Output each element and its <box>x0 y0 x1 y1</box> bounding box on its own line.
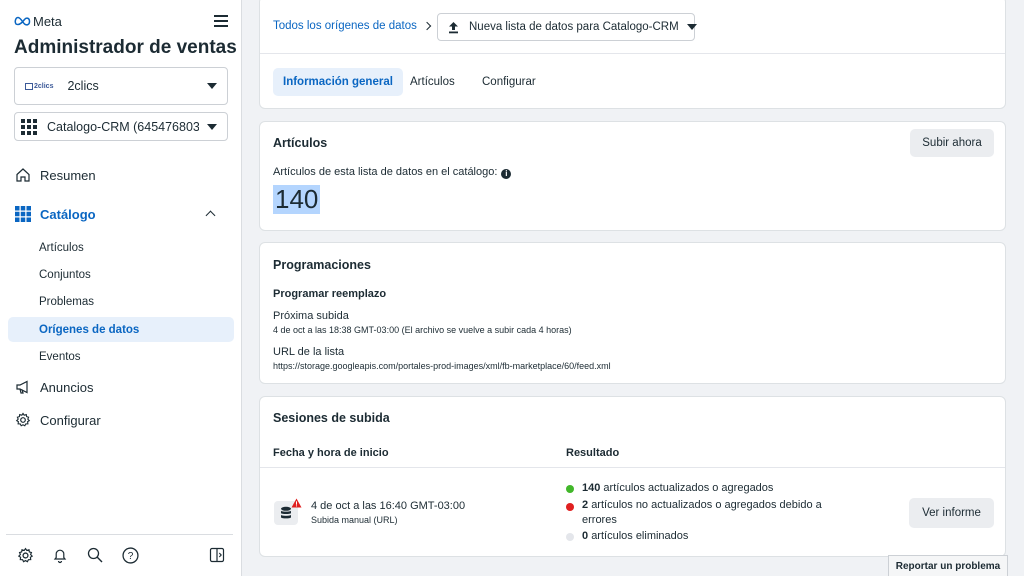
divider <box>260 53 1005 54</box>
catalog-selector[interactable]: Catalogo-CRM (645476803... <box>14 112 228 141</box>
sidebar: Meta Administrador de ventas 2clics 2cli… <box>0 0 242 576</box>
meta-infinity-icon <box>14 16 31 26</box>
nav-catalogo-label: Catálogo <box>40 206 96 222</box>
catalog-grid-icon <box>21 118 37 135</box>
warning-icon <box>291 495 302 513</box>
schedules-card: Programaciones Programar reemplazo Próxi… <box>259 242 1006 384</box>
sessions-card: Sesiones de subida Fecha y hora de inici… <box>259 396 1006 557</box>
info-icon[interactable]: i <box>501 168 512 179</box>
meta-wordmark: Meta <box>33 13 62 29</box>
next-upload-value: 4 de oct a las 18:38 GMT-03:00 (El archi… <box>273 325 572 335</box>
catalog-grid-icon <box>14 205 32 223</box>
sidebar-item-eventos[interactable]: Eventos <box>8 344 234 369</box>
items-card: Artículos Subir ahora Artículos de esta … <box>259 121 1006 231</box>
breadcrumb-link[interactable]: Todos los orígenes de datos <box>273 20 417 32</box>
tab-articulos[interactable]: Artículos <box>400 68 465 96</box>
session-datetime: 4 de oct a las 16:40 GMT-03:00 <box>311 500 466 512</box>
collapse-sidebar-icon[interactable] <box>208 546 226 564</box>
data-source-dropdown-label: Nueva lista de datos para Catalogo-CRM <box>469 21 679 33</box>
nav-configurar[interactable]: Configurar <box>14 411 234 429</box>
sidebar-item-conjuntos[interactable]: Conjuntos <box>8 262 234 287</box>
app-title: Administrador de ventas <box>14 37 237 58</box>
red-status-dot <box>566 503 574 511</box>
search-icon[interactable] <box>86 546 104 564</box>
nav-configurar-label: Configurar <box>40 412 101 428</box>
svg-text:?: ? <box>127 551 133 562</box>
schedule-subtitle: Programar reemplazo <box>273 288 387 300</box>
help-icon[interactable]: ? <box>121 546 139 564</box>
chevron-up-icon[interactable] <box>205 210 216 221</box>
session-type: Subida manual (URL) <box>311 515 398 525</box>
sidebar-item-problemas[interactable]: Problemas <box>8 289 234 314</box>
nav-catalogo[interactable]: Catálogo <box>14 205 234 223</box>
upload-now-button[interactable]: Subir ahora <box>910 129 994 157</box>
catalog-selector-label: Catalogo-CRM (645476803... <box>47 119 199 134</box>
nav-anuncios[interactable]: Anuncios <box>14 378 234 396</box>
header-card: Todos los orígenes de datos Nueva lista … <box>259 0 1006 109</box>
divider <box>260 467 1005 468</box>
chevron-right-icon <box>422 21 432 31</box>
report-problem-button[interactable]: Reportar un problema <box>888 555 1008 576</box>
data-source-dropdown[interactable]: Nueva lista de datos para Catalogo-CRM <box>437 13 697 41</box>
column-header-result: Resultado <box>566 447 620 459</box>
sessions-title: Sesiones de subida <box>273 411 390 425</box>
tab-configurar[interactable]: Configurar <box>472 68 546 96</box>
sidebar-item-articulos[interactable]: Artículos <box>8 235 234 260</box>
meta-logo[interactable]: Meta <box>14 14 62 29</box>
logo-row: Meta <box>14 12 228 30</box>
business-logo: 2clics <box>25 82 53 90</box>
result-success: 140 artículos actualizados o agregados <box>566 482 773 494</box>
settings-icon[interactable] <box>16 546 34 564</box>
next-upload-label: Próxima subida <box>273 310 349 322</box>
sidebar-item-origenes-de-datos[interactable]: Orígenes de datos <box>8 317 234 342</box>
business-selector[interactable]: 2clics 2clics <box>14 67 228 105</box>
sidebar-footer-icons: ? <box>16 546 226 564</box>
caret-down-icon <box>207 123 217 130</box>
schedules-title: Programaciones <box>273 258 371 272</box>
megaphone-icon <box>14 378 32 396</box>
column-header-start: Fecha y hora de inicio <box>273 447 389 459</box>
gray-status-dot <box>566 533 574 541</box>
home-icon <box>14 166 32 184</box>
result-errors: 2 artículos no actualizados o agregados … <box>566 498 836 528</box>
tab-informacion-general[interactable]: Información general <box>273 68 403 96</box>
caret-down-icon <box>207 83 217 89</box>
items-description: Artículos de esta lista de datos en el c… <box>273 166 512 179</box>
green-status-dot <box>566 485 574 493</box>
view-report-button[interactable]: Ver informe <box>909 498 994 528</box>
business-selector-label: 2clics <box>67 79 99 93</box>
gear-icon <box>14 411 32 429</box>
menu-icon[interactable] <box>214 15 228 27</box>
nav-resumen[interactable]: Resumen <box>14 166 234 184</box>
items-card-title: Artículos <box>273 136 328 150</box>
sidebar-footer-divider <box>6 534 233 535</box>
caret-down-icon <box>686 24 697 30</box>
url-value: https://storage.googleapis.com/portales-… <box>273 361 611 371</box>
nav-anuncios-label: Anuncios <box>40 379 94 395</box>
result-deleted: 0 artículos eliminados <box>566 530 688 542</box>
item-count: 140 <box>273 184 321 214</box>
upload-icon <box>448 21 459 34</box>
url-label: URL de la lista <box>273 346 345 358</box>
nav-resumen-label: Resumen <box>40 167 96 183</box>
bell-icon[interactable] <box>51 546 69 564</box>
